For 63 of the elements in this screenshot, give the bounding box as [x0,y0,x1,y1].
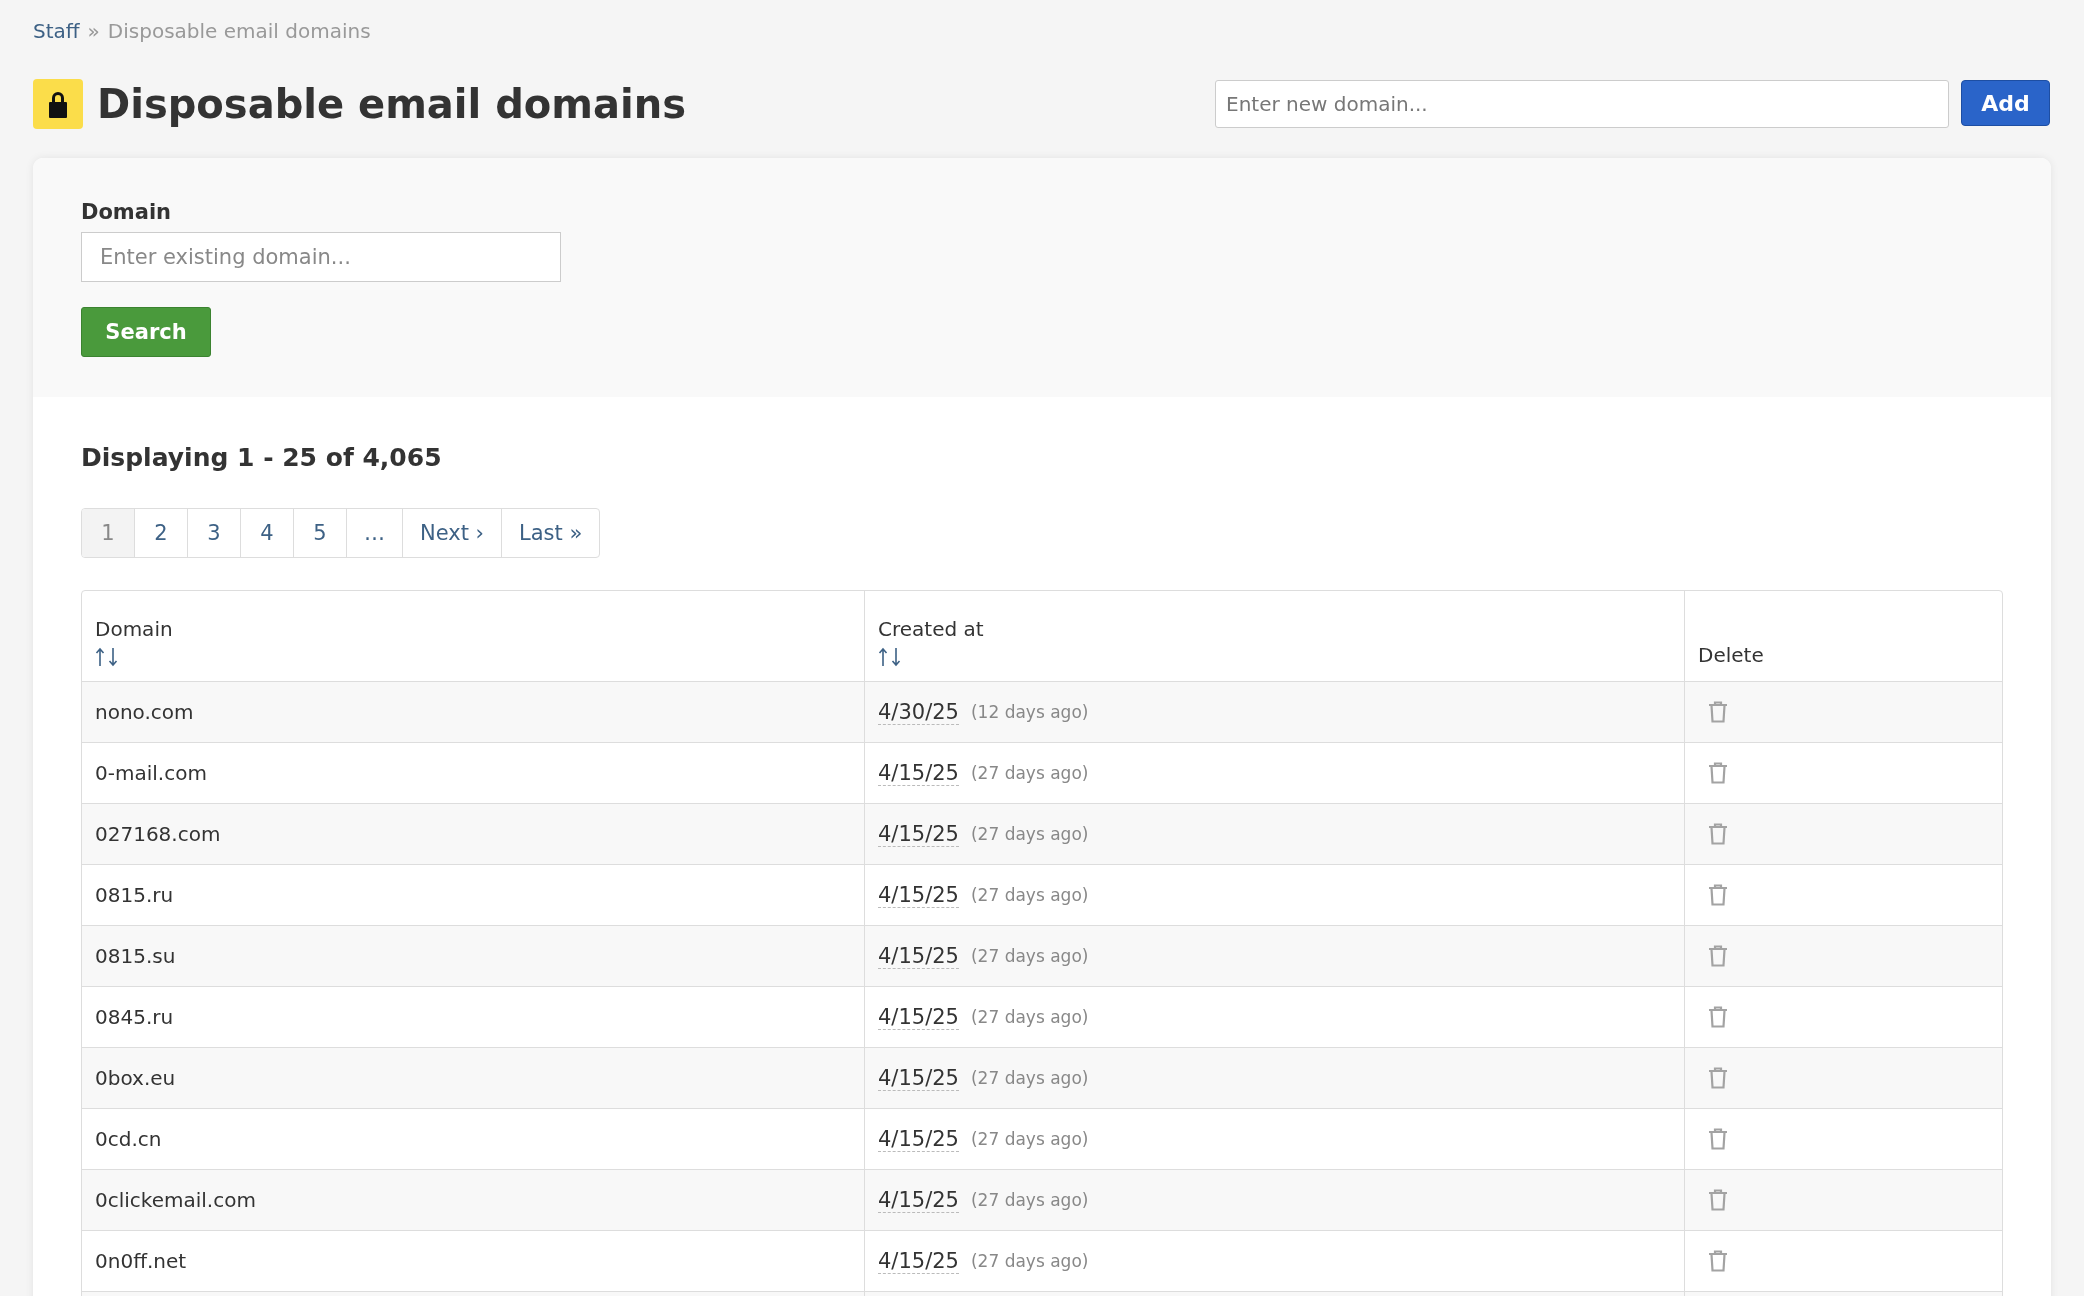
add-button[interactable]: Add [1961,80,2050,126]
column-header: Delete [1698,643,1764,667]
lock-icon [33,79,83,129]
relative-time: (27 days ago) [970,1190,1089,1210]
page-link[interactable]: 3 [187,509,240,557]
results-summary: Displaying 1 - 25 of 4,065 [81,443,443,472]
relative-time: (27 days ago) [970,885,1089,905]
page-link[interactable]: Last » [501,509,600,557]
created-date: 4/30/25 [878,699,959,725]
trash-icon[interactable] [1708,701,1728,723]
domain-search-field[interactable]: Enter existing domain... [81,232,561,282]
search-button[interactable]: Search [81,307,211,357]
sort-arrows-icon[interactable] [95,647,119,667]
column-header: Domain [95,617,173,641]
trash-icon[interactable] [1708,1128,1728,1150]
breadcrumb-current: Disposable email domains [107,19,371,43]
trash-icon[interactable] [1708,1006,1728,1028]
trash-icon[interactable] [1708,823,1728,845]
relative-time: (12 days ago) [970,702,1089,722]
domain-cell: 027168.com [95,822,221,846]
created-date: 4/15/25 [878,943,959,969]
page-link[interactable]: Next › [402,509,501,557]
trash-icon[interactable] [1708,1067,1728,1089]
trash-icon[interactable] [1708,884,1728,906]
domain-cell: 0815.su [95,944,176,968]
created-date: 4/15/25 [878,760,959,786]
breadcrumb-link[interactable]: Staff [33,19,80,43]
relative-time: (27 days ago) [970,763,1089,783]
domain-cell: 0clickemail.com [95,1188,256,1212]
created-date: 4/15/25 [878,821,959,847]
trash-icon[interactable] [1708,762,1728,784]
created-date: 4/15/25 [878,1004,959,1030]
column-header: Created at [878,617,984,641]
domain-cell: 0cd.cn [95,1127,162,1151]
domain-cell: nono.com [95,700,194,724]
relative-time: (27 days ago) [970,1007,1089,1027]
created-date: 4/15/25 [878,1126,959,1152]
page-link[interactable]: 2 [134,509,187,557]
trash-icon[interactable] [1708,1250,1728,1272]
page-link[interactable]: 5 [293,509,346,557]
page-link[interactable]: 4 [240,509,293,557]
created-date: 4/15/25 [878,882,959,908]
created-date: 4/15/25 [878,1248,959,1274]
relative-time: (27 days ago) [970,824,1089,844]
trash-icon[interactable] [1708,945,1728,967]
created-date: 4/15/25 [878,1065,959,1091]
field-label: Domain [81,200,172,224]
domain-cell: 0815.ru [95,883,174,907]
breadcrumb-separator: » [87,19,100,43]
domain-cell: 0-mail.com [95,761,207,785]
domain-cell: 0n0ff.net [95,1249,187,1273]
relative-time: (27 days ago) [970,1129,1089,1149]
sort-arrows-icon[interactable] [878,647,902,667]
page-link[interactable]: … [346,509,402,557]
created-date: 4/15/25 [878,1187,959,1213]
domain-cell: 0845.ru [95,1005,174,1029]
relative-time: (27 days ago) [970,1068,1089,1088]
domain-cell: 0box.eu [95,1066,176,1090]
new-domain-field[interactable]: Enter new domain... [1215,80,1949,128]
trash-icon[interactable] [1708,1189,1728,1211]
relative-time: (27 days ago) [970,1251,1089,1271]
relative-time: (27 days ago) [970,946,1089,966]
page-title: Disposable email domains [97,81,686,127]
